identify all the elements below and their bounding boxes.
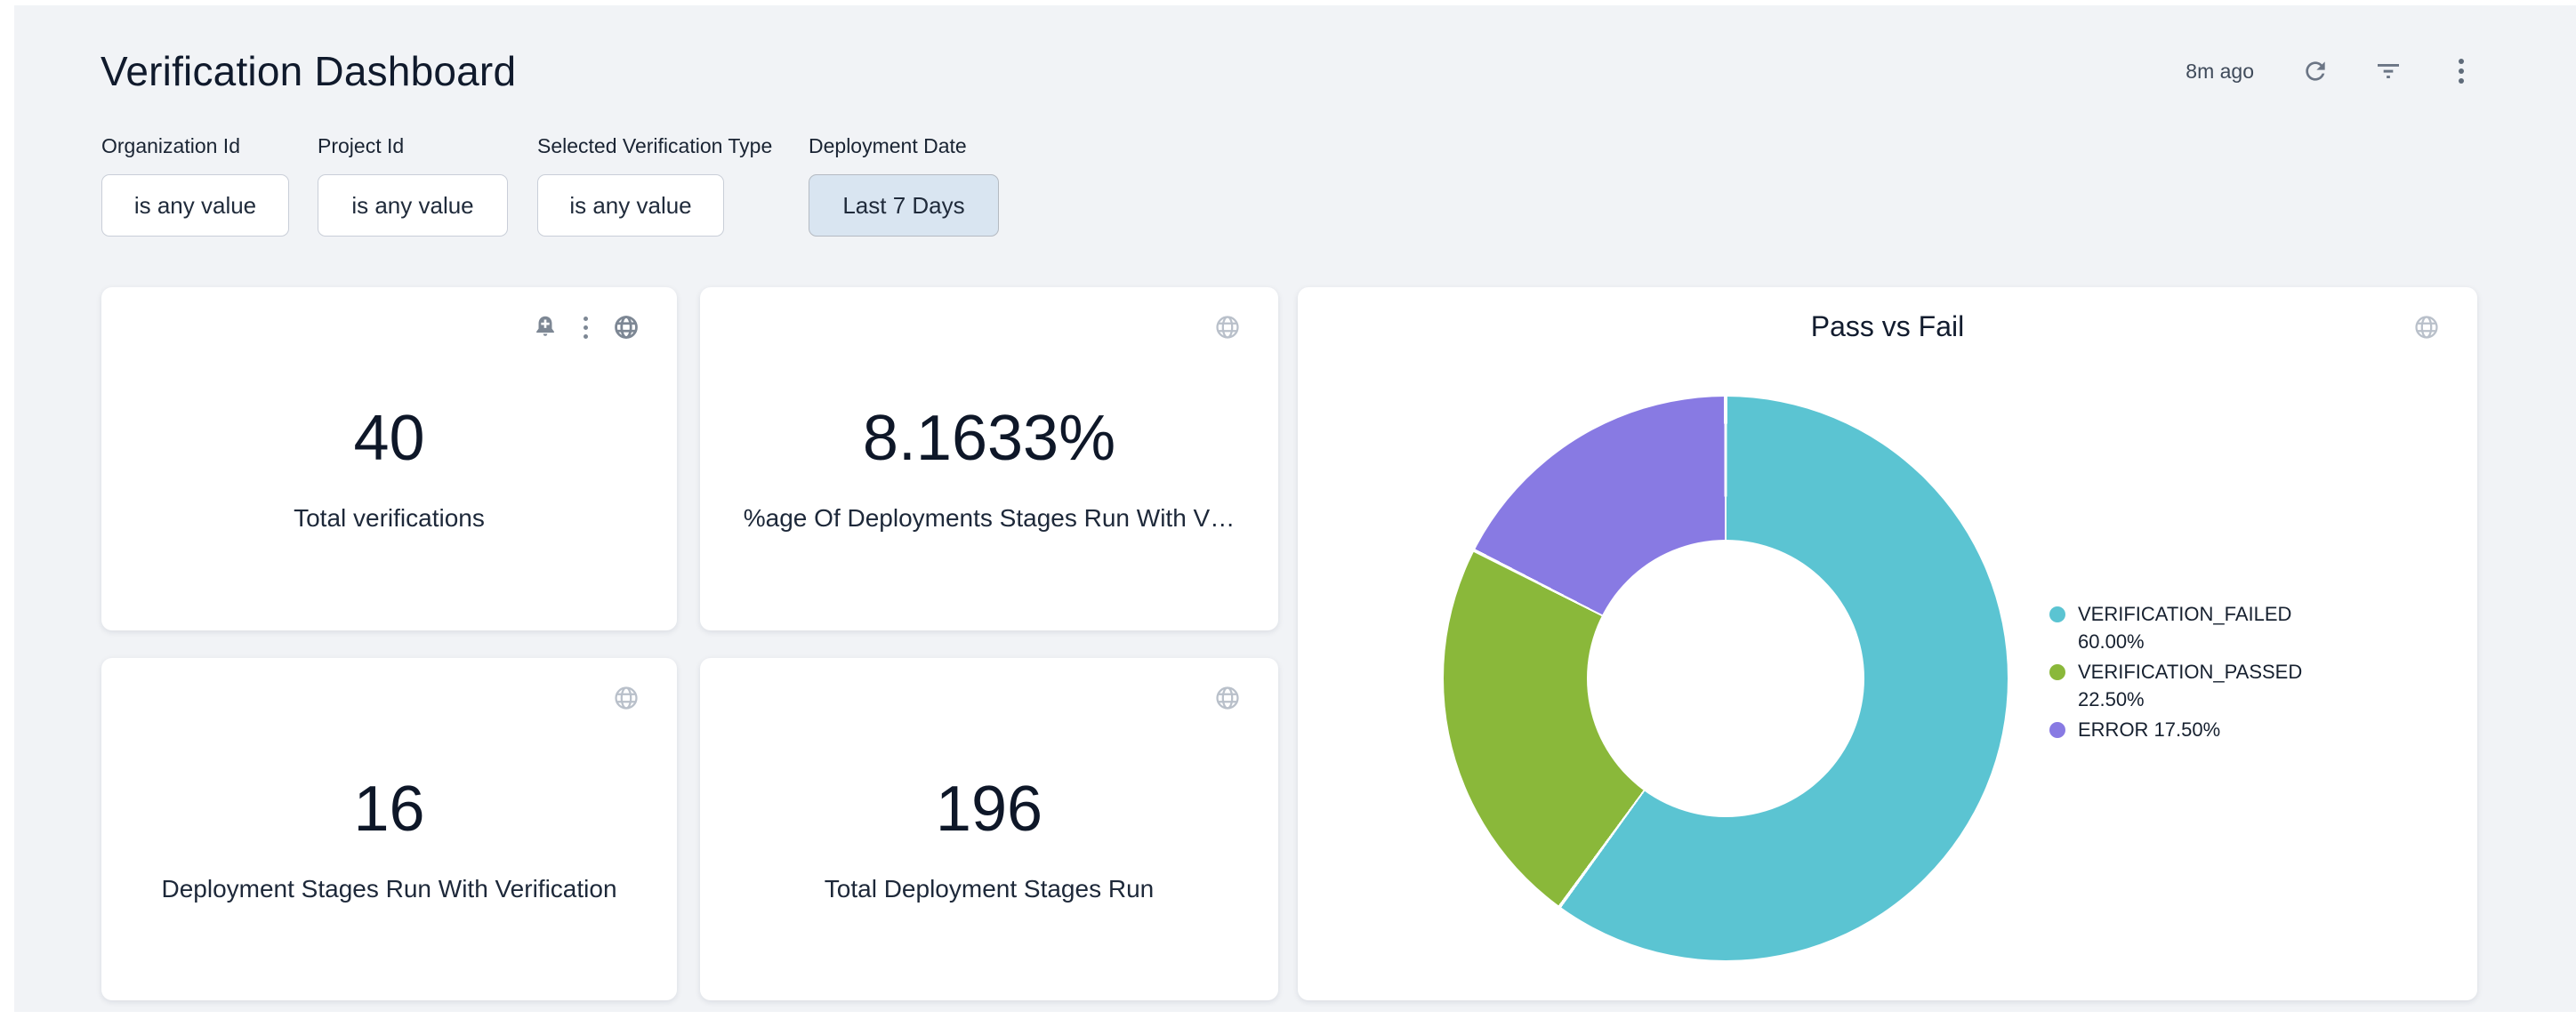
filter-value-chip[interactable]: is any value — [101, 174, 289, 237]
tile-actions — [1212, 683, 1243, 713]
dashboard-content: Verification Dashboard 8m ago — [14, 5, 2576, 1012]
filter-label: Deployment Date — [809, 134, 999, 158]
tile-actions — [2411, 312, 2442, 342]
tile-pct-stages-with-verification: 8.1633% %age Of Deployments Stages Run W… — [700, 287, 1278, 630]
globe-icon[interactable] — [2411, 312, 2442, 342]
globe-icon[interactable] — [611, 683, 641, 713]
filter-value-chip[interactable]: Last 7 Days — [809, 174, 999, 237]
kpi-value: 16 — [101, 772, 677, 846]
filter-button[interactable] — [2373, 56, 2403, 86]
legend-label: VERIFICATION_FAILED 60.00% — [2078, 600, 2355, 655]
filter-verification-type: Selected Verification Type is any value — [537, 134, 772, 237]
header-controls: 8m ago — [2186, 56, 2476, 86]
legend-swatch-icon — [2049, 722, 2065, 738]
bell-plus-icon[interactable] — [530, 312, 560, 342]
tile-total-stages-run: 196 Total Deployment Stages Run — [700, 658, 1278, 1000]
bottom-edge-strip — [0, 1012, 2576, 1019]
dashboard-more-button[interactable] — [2446, 56, 2476, 86]
chart-legend: VERIFICATION_FAILED 60.00%VERIFICATION_P… — [2049, 600, 2355, 746]
legend-item[interactable]: VERIFICATION_FAILED 60.00% — [2049, 600, 2355, 655]
filter-deployment-date: Deployment Date Last 7 Days — [809, 134, 999, 237]
tile-stages-run-with-verification: 16 Deployment Stages Run With Verificati… — [101, 658, 677, 1000]
pass-vs-fail-card: Pass vs Fail VERIFICATION_FAILED 60.00%V… — [1298, 287, 2477, 1000]
donut-chart[interactable] — [1444, 397, 2008, 960]
legend-swatch-icon — [2049, 664, 2065, 680]
tile-actions — [530, 312, 641, 342]
kpi-label: Deployment Stages Run With Verification — [101, 875, 677, 903]
kpi-label: %age Of Deployments Stages Run With V… — [700, 504, 1278, 533]
legend-label: ERROR 17.50% — [2078, 716, 2355, 743]
filter-project-id: Project Id is any value — [318, 134, 508, 237]
chart-title: Pass vs Fail — [1298, 310, 2477, 343]
kpi-value: 40 — [101, 401, 677, 476]
refresh-icon — [2301, 57, 2330, 85]
donut-hole — [1587, 540, 1864, 817]
tile-actions — [1212, 312, 1243, 342]
filter-label: Project Id — [318, 134, 508, 158]
filter-label: Organization Id — [101, 134, 289, 158]
filter-value-chip[interactable]: is any value — [318, 174, 508, 237]
kpi-value: 196 — [700, 772, 1278, 846]
filter-list-icon — [2374, 57, 2403, 85]
page-title: Verification Dashboard — [101, 46, 516, 96]
filter-label: Selected Verification Type — [537, 134, 772, 158]
kpi-label: Total Deployment Stages Run — [700, 875, 1278, 903]
filter-value-chip[interactable]: is any value — [537, 174, 724, 237]
kpi-value: 8.1633% — [700, 401, 1278, 476]
tile-actions — [611, 683, 641, 713]
kebab-menu-icon[interactable] — [584, 317, 588, 339]
refresh-button[interactable] — [2300, 56, 2330, 86]
kebab-menu-icon — [2459, 59, 2464, 84]
legend-swatch-icon — [2049, 606, 2065, 622]
dashboard-page: Verification Dashboard 8m ago — [0, 0, 2576, 1019]
tile-total-verifications: 40 Total verifications — [101, 287, 677, 630]
left-edge-strip — [0, 0, 14, 1019]
legend-label: VERIFICATION_PASSED 22.50% — [2078, 658, 2355, 713]
globe-icon[interactable] — [1212, 683, 1243, 713]
globe-icon[interactable] — [611, 312, 641, 342]
kpi-label: Total verifications — [101, 504, 677, 533]
filter-organization-id: Organization Id is any value — [101, 134, 289, 237]
legend-item[interactable]: VERIFICATION_PASSED 22.50% — [2049, 658, 2355, 713]
legend-item[interactable]: ERROR 17.50% — [2049, 716, 2355, 743]
globe-icon[interactable] — [1212, 312, 1243, 342]
top-edge-strip — [0, 0, 2576, 5]
last-refresh-timestamp: 8m ago — [2186, 60, 2254, 84]
